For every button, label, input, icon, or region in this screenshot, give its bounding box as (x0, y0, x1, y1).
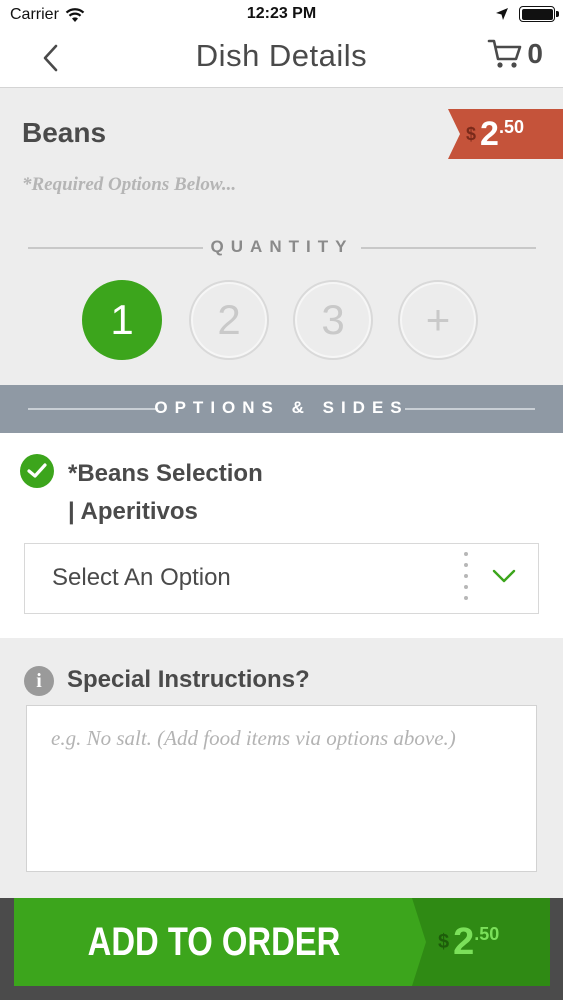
divider-line (361, 247, 536, 249)
chevron-down-icon (492, 569, 516, 583)
order-price-whole: 2 (453, 920, 475, 963)
bottom-bar: ADD TO ORDER $ 2 .50 (0, 898, 563, 1000)
required-note: *Required Options Below... (22, 174, 237, 195)
status-bar: Carrier 12:23 PM (0, 0, 563, 30)
option-select-dropdown[interactable]: Select An Option (24, 543, 539, 614)
option-group: *Beans Selection | Aperitivos Select An … (0, 433, 563, 638)
dish-name: Beans (22, 117, 107, 148)
option-group-title: *Beans Selection | Aperitivos (68, 455, 263, 531)
special-instructions-label: Special Instructions? (67, 666, 310, 693)
quantity-divider: QUANTITY (28, 235, 536, 259)
page-title: Dish Details (195, 38, 368, 73)
option-group-name: *Beans Selection (68, 460, 263, 487)
add-to-order-label: ADD TO ORDER (87, 919, 341, 964)
location-arrow-icon (496, 8, 508, 20)
quantity-option-2[interactable]: 2 (189, 280, 269, 360)
nav-bar: Dish Details 0 (0, 30, 563, 88)
options-sides-header: OPTIONS & SIDES (0, 385, 563, 433)
price-currency: $ (466, 123, 477, 144)
order-total-price: $ 2 .50 (412, 898, 550, 986)
quantity-option-3[interactable]: 3 (293, 280, 373, 360)
order-price-cents: .50 (474, 924, 500, 944)
status-time: 12:23 PM (246, 5, 317, 22)
cart-button[interactable]: 0 (487, 38, 543, 70)
cart-count: 0 (527, 38, 543, 69)
cart-icon (488, 39, 522, 68)
quantity-more-button[interactable]: + (398, 280, 478, 360)
add-to-order-button[interactable]: ADD TO ORDER $ 2 .50 (14, 898, 550, 986)
special-instructions-section: i Special Instructions? (0, 638, 563, 898)
checkmark-icon (20, 454, 54, 488)
divider-line (405, 408, 535, 410)
price-cents: .50 (498, 117, 524, 137)
select-value: Select An Option (52, 564, 231, 591)
dish-section: Beans $ 2 .50 *Required Options Below...… (0, 89, 563, 385)
status-right (495, 6, 559, 22)
price-whole: 2 (480, 114, 499, 153)
price-tag: $ 2 .50 (448, 109, 563, 159)
special-instructions-input[interactable] (26, 705, 537, 872)
order-price-currency: $ (438, 930, 450, 953)
dotted-separator (464, 552, 468, 608)
info-icon: i (24, 666, 54, 696)
quantity-selector: 1 2 3 + (0, 280, 563, 364)
option-group-category: | Aperitivos (68, 498, 198, 525)
quantity-option-1[interactable]: 1 (82, 280, 162, 360)
battery-icon (519, 6, 559, 22)
